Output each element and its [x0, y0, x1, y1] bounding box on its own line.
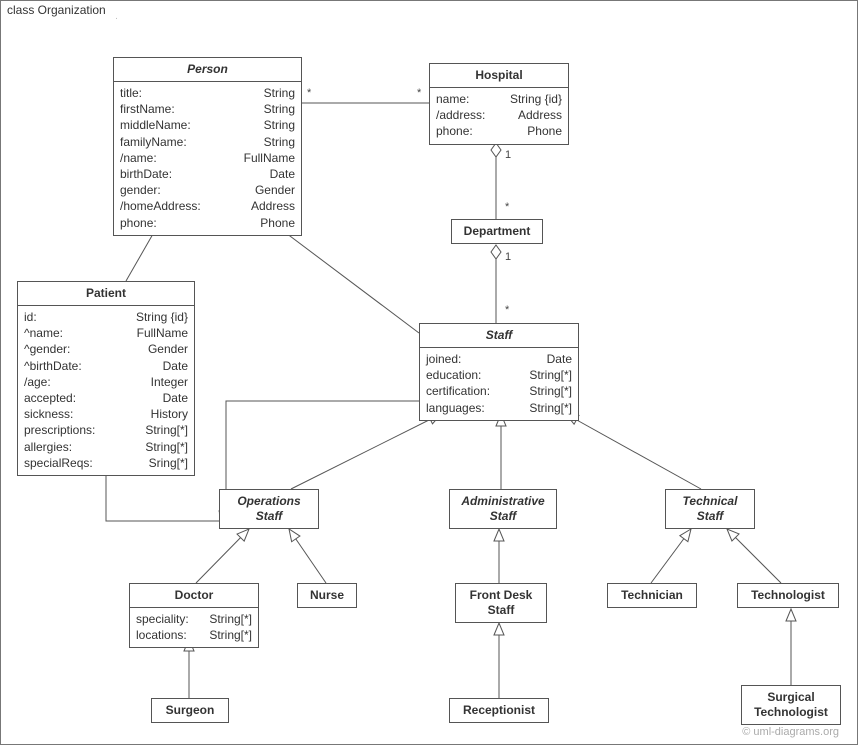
class-department: Department	[451, 219, 543, 244]
attr-row: joined:Date	[426, 351, 572, 367]
uml-frame: class Organization	[0, 0, 858, 745]
attr-row: /homeAddress:Address	[120, 198, 295, 214]
attr-row: middleName:String	[120, 117, 295, 133]
class-patient-attrs: id:String {id}^name:FullName^gender:Gend…	[18, 306, 194, 475]
class-hospital: Hospital name:String {id}/address:Addres…	[429, 63, 569, 145]
attr-row: birthDate:Date	[120, 166, 295, 182]
attr-row: /age:Integer	[24, 374, 188, 390]
class-surgical-technologist: Surgical Technologist	[741, 685, 841, 725]
attr-row: id:String {id}	[24, 309, 188, 325]
class-technical-staff-title: Technical Staff	[666, 490, 754, 528]
mult-dept-staff-top: 1	[505, 251, 511, 263]
attr-row: familyName:String	[120, 134, 295, 150]
class-staff-attrs: joined:Dateeducation:String[*]certificat…	[420, 348, 578, 420]
class-technician-title: Technician	[608, 584, 696, 607]
attr-row: phone:Phone	[436, 123, 562, 139]
class-operations-staff-title: Operations Staff	[220, 490, 318, 528]
class-staff: Staff joined:Dateeducation:String[*]cert…	[419, 323, 579, 421]
attr-row: firstName:String	[120, 101, 295, 117]
class-administrative-staff-title: Administrative Staff	[450, 490, 556, 528]
attr-row: /address:Address	[436, 107, 562, 123]
attr-row: phone:Phone	[120, 215, 295, 231]
class-person-attrs: title:StringfirstName:StringmiddleName:S…	[114, 82, 301, 235]
class-operations-staff: Operations Staff	[219, 489, 319, 529]
class-department-title: Department	[452, 220, 542, 243]
attr-row: specialReqs:Sring[*]	[24, 455, 188, 471]
class-hospital-attrs: name:String {id}/address:Addressphone:Ph…	[430, 88, 568, 144]
mult-hospital-dept-top: 1	[505, 149, 511, 161]
attr-row: speciality:String[*]	[136, 611, 252, 627]
mult-person-hospital-left: *	[307, 87, 311, 99]
attr-row: locations:String[*]	[136, 627, 252, 643]
class-technologist-title: Technologist	[738, 584, 838, 607]
class-doctor-attrs: speciality:String[*]locations:String[*]	[130, 608, 258, 647]
class-patient: Patient id:String {id}^name:FullName^gen…	[17, 281, 195, 476]
class-administrative-staff: Administrative Staff	[449, 489, 557, 529]
attr-row: allergies:String[*]	[24, 439, 188, 455]
attr-row: /name:FullName	[120, 150, 295, 166]
class-surgeon: Surgeon	[151, 698, 229, 723]
class-doctor: Doctor speciality:String[*]locations:Str…	[129, 583, 259, 648]
attr-row: title:String	[120, 85, 295, 101]
attr-row: accepted:Date	[24, 390, 188, 406]
attr-row: education:String[*]	[426, 367, 572, 383]
attr-row: sickness:History	[24, 406, 188, 422]
mult-dept-staff-bot: *	[505, 304, 509, 316]
class-technician: Technician	[607, 583, 697, 608]
class-front-desk-staff-title: Front Desk Staff	[456, 584, 546, 622]
class-hospital-title: Hospital	[430, 64, 568, 88]
watermark: © uml-diagrams.org	[742, 726, 839, 738]
class-receptionist: Receptionist	[449, 698, 549, 723]
class-technologist: Technologist	[737, 583, 839, 608]
attr-row: languages:String[*]	[426, 400, 572, 416]
mult-person-hospital-right: *	[417, 87, 421, 99]
class-staff-title: Staff	[420, 324, 578, 348]
attr-row: ^birthDate:Date	[24, 358, 188, 374]
class-surgeon-title: Surgeon	[152, 699, 228, 722]
attr-row: ^gender:Gender	[24, 341, 188, 357]
attr-row: name:String {id}	[436, 91, 562, 107]
class-technical-staff: Technical Staff	[665, 489, 755, 529]
mult-hospital-dept-bot: *	[505, 201, 509, 213]
class-person-title: Person	[114, 58, 301, 82]
class-doctor-title: Doctor	[130, 584, 258, 608]
frame-label: class Organization	[0, 0, 117, 19]
attr-row: ^name:FullName	[24, 325, 188, 341]
class-nurse-title: Nurse	[298, 584, 356, 607]
class-receptionist-title: Receptionist	[450, 699, 548, 722]
class-patient-title: Patient	[18, 282, 194, 306]
class-surgical-technologist-title: Surgical Technologist	[742, 686, 840, 724]
attr-row: gender:Gender	[120, 182, 295, 198]
class-nurse: Nurse	[297, 583, 357, 608]
class-person: Person title:StringfirstName:Stringmiddl…	[113, 57, 302, 236]
class-front-desk-staff: Front Desk Staff	[455, 583, 547, 623]
attr-row: prescriptions:String[*]	[24, 422, 188, 438]
attr-row: certification:String[*]	[426, 383, 572, 399]
